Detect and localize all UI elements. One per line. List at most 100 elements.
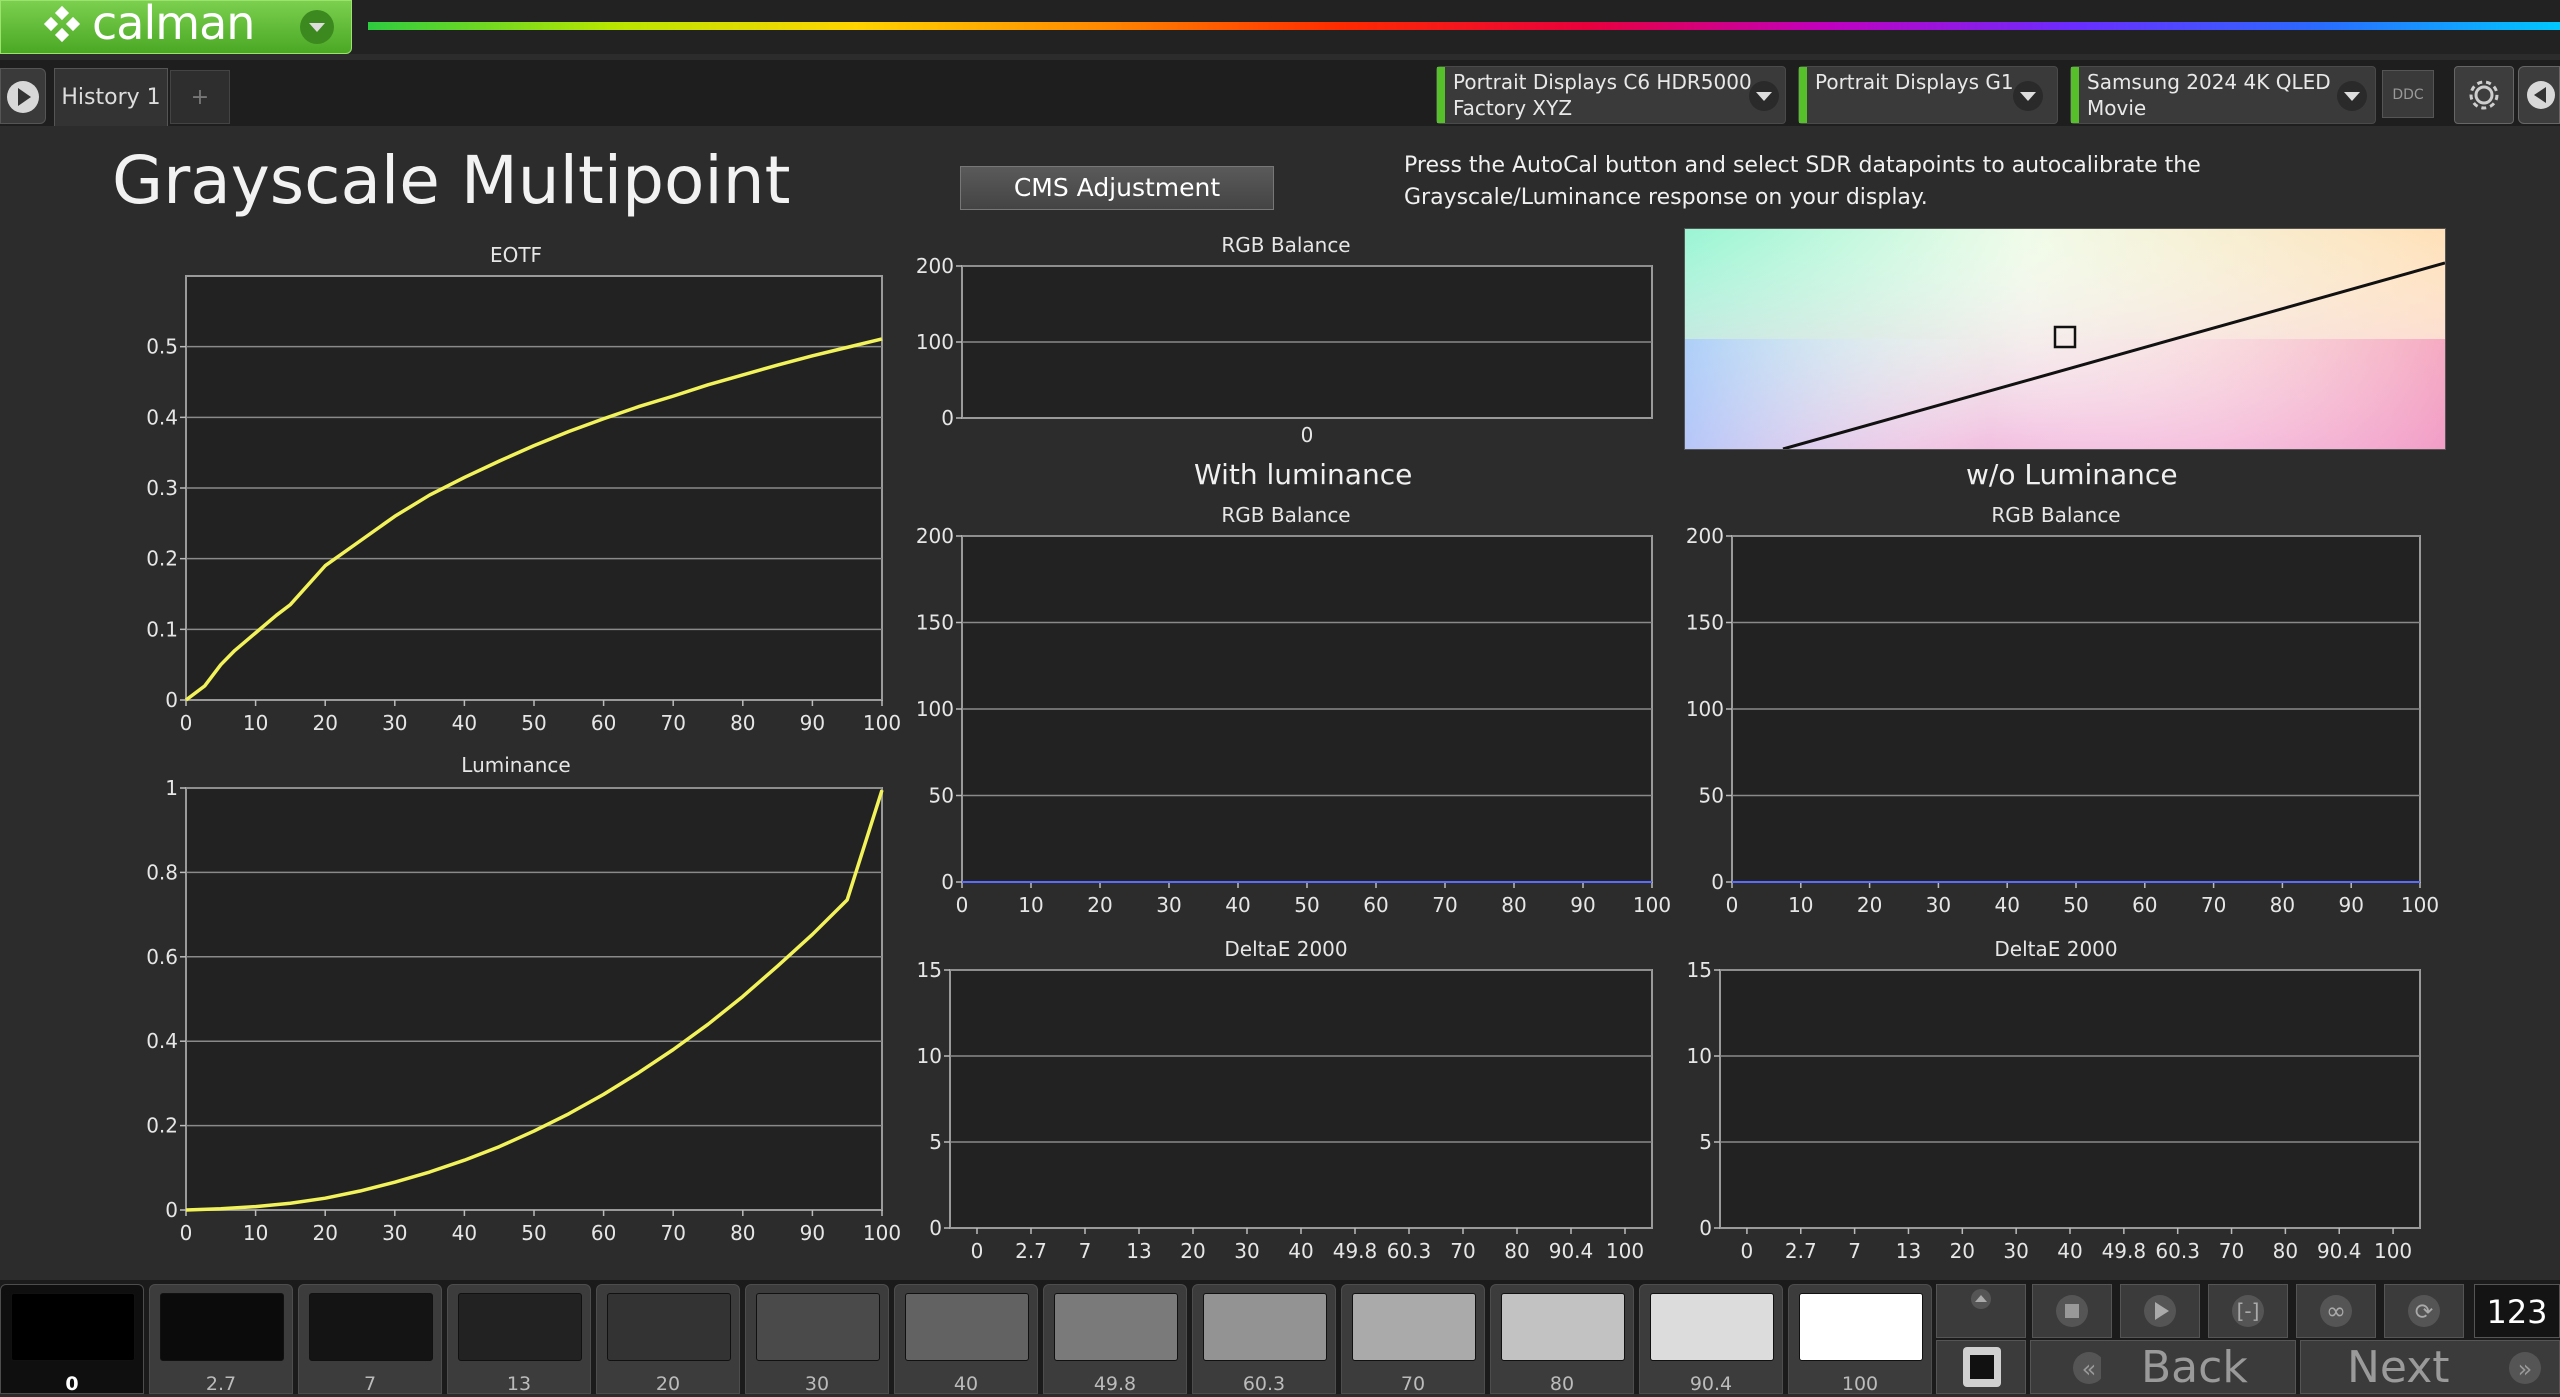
x-tick-label: 0 [180,711,193,735]
x-tick-label: 70 [1432,893,1457,917]
patch-13[interactable]: 13 [447,1284,591,1395]
patch-label: 70 [1400,1373,1426,1395]
patch-label: 13 [506,1373,532,1395]
x-tick-label: 90 [800,1221,825,1245]
y-tick-label: 0.5 [146,335,178,359]
x-tick-label: 0 [1726,893,1739,917]
patch-60.3[interactable]: 60.3 [1192,1284,1336,1395]
y-tick-label: 200 [1686,524,1724,548]
patch-label: 60.3 [1242,1373,1286,1395]
y-tick-label: 50 [1699,784,1724,808]
x-tick-label: 20 [312,1221,337,1245]
x-tick-label: 0 [1301,423,1314,447]
x-tick-label: 7 [1079,1239,1092,1263]
patch-49.8[interactable]: 49.8 [1043,1284,1187,1395]
x-tick-label: 30 [382,711,407,735]
patch-swatch [905,1293,1029,1361]
x-tick-label: 13 [1896,1239,1921,1263]
plot-area [185,787,883,1211]
y-tick-label: 0.1 [146,617,178,641]
x-tick-label: 80 [1501,893,1526,917]
y-tick-label: 100 [916,330,954,354]
x-tick-label: 100 [1633,893,1671,917]
svg-text:∞: ∞ [2326,1297,2346,1325]
chart-title: DeltaE 2000 [1994,937,2117,961]
next-button[interactable]: Next » [2300,1340,2560,1394]
read-series-button[interactable]: [-] [2208,1284,2288,1338]
chart-title: RGB Balance [1221,233,1350,257]
chart-deltae-without: DeltaE 2000 0 5 10 15 0 2.7 7 13 20 30 40 49.8 60.3 70… [1687,937,2421,1263]
x-tick-label: 70 [2201,893,2226,917]
autocal-button[interactable]: ⟳ [2384,1284,2464,1338]
x-tick-label: 100 [2401,893,2439,917]
expand-button[interactable] [1936,1284,2026,1338]
stop-button[interactable] [2032,1284,2112,1338]
patch-counter[interactable]: 123 [2474,1284,2560,1338]
x-tick-label: 20 [1857,893,1882,917]
y-tick-label: 50 [929,784,954,808]
y-tick-label: 5 [1699,1130,1712,1154]
x-tick-label: 80 [730,711,755,735]
infinity-icon: ∞ [2320,1295,2352,1327]
patch-40[interactable]: 40 [894,1284,1038,1395]
x-tick-label: 60 [591,1221,616,1245]
patch-2.7[interactable]: 2.7 [149,1284,293,1395]
x-tick-label: 70 [660,1221,685,1245]
patch-100[interactable]: 100 [1788,1284,1932,1395]
y-tick-label: 200 [916,254,954,278]
patch-70[interactable]: 70 [1341,1284,1485,1395]
y-tick-label: 0.3 [146,476,178,500]
x-tick-label: 30 [382,1221,407,1245]
y-tick-label: 5 [929,1130,942,1154]
patch-label: 49.8 [1093,1373,1137,1395]
chart-rgb-balance-with: RGB Balance 0 50 100 150 200 0 10 20 30 40 50 60 70 80… [916,503,1671,917]
x-tick-label: 30 [1156,893,1181,917]
play-button[interactable] [2120,1284,2200,1338]
x-tick-label: 90.4 [2317,1239,2362,1263]
refresh-icon: ⟳ [2408,1295,2440,1327]
x-tick-label: 2.7 [1785,1239,1817,1263]
svg-text:[-]: [-] [2237,1299,2260,1323]
y-tick-label: 150 [916,611,954,635]
x-tick-label: 10 [243,711,268,735]
x-tick-label: 0 [956,893,969,917]
patch-20[interactable]: 20 [596,1284,740,1395]
y-tick-label: 0.4 [146,1029,178,1053]
x-tick-label: 50 [1294,893,1319,917]
chevron-up-icon [1971,1289,1991,1309]
chart-title: Luminance [461,753,570,777]
chart-luminance: Luminance00.20.40.60.810 10 20 30 40 50 60 70 80… [146,753,901,1245]
charts-layer: EOTF00.10.20.30.40.50 10 20 30 40 50 60 70 80 90 1… [146,233,2439,1263]
back-button[interactable]: « Back [2030,1340,2296,1394]
x-tick-label: 60 [591,711,616,735]
patch-30[interactable]: 30 [745,1284,889,1395]
x-tick-label: 50 [521,711,546,735]
x-tick-label: 60 [2132,893,2157,917]
patch-7[interactable]: 7 [298,1284,442,1395]
x-tick-label: 80 [1504,1239,1529,1263]
patch-label: 20 [655,1373,681,1395]
y-tick-label: 1 [165,776,178,800]
patch-swatch [160,1293,284,1361]
patch-90.4[interactable]: 90.4 [1639,1284,1783,1395]
continuous-button[interactable]: ∞ [2296,1284,2376,1338]
patch-label: 30 [804,1373,830,1395]
double-chevron-left-icon: « [2073,1352,2101,1384]
x-tick-label: 0 [1741,1239,1754,1263]
patch-0[interactable]: 0 [0,1284,144,1395]
chart-title: DeltaE 2000 [1224,937,1347,961]
x-tick-label: 0 [180,1221,193,1245]
x-tick-label: 40 [452,1221,477,1245]
x-tick-label: 70 [660,711,685,735]
patch-swatch [309,1293,433,1361]
stop-measurement-button[interactable] [1936,1340,2026,1394]
patch-label: 7 [363,1373,377,1395]
stop-icon [1963,1347,2001,1387]
double-chevron-right-icon: » [2509,1352,2541,1384]
chart-deltae-with: DeltaE 2000 0 5 10 15 0 2.7 7 13 20 30 40 49.8 60.3 70… [917,937,1653,1263]
x-tick-label: 80 [2273,1239,2298,1263]
y-tick-label: 0 [941,870,954,894]
patch-80[interactable]: 80 [1490,1284,1634,1395]
y-tick-label: 0.4 [146,405,178,429]
x-tick-label: 30 [1234,1239,1259,1263]
